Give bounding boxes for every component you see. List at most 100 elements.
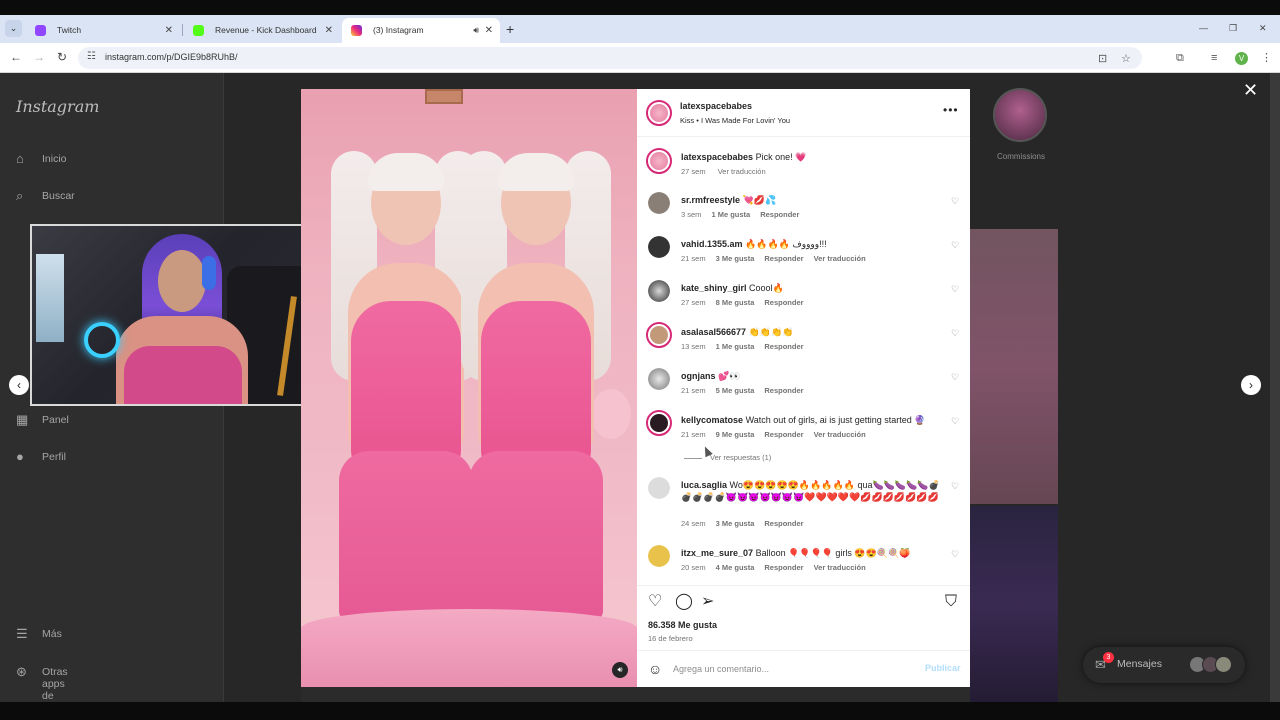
commenter-avatar[interactable] — [648, 192, 670, 214]
commenter-avatar[interactable] — [648, 368, 670, 390]
view-replies-button[interactable]: Ver respuestas (1) — [684, 453, 771, 462]
comment-likes[interactable]: 5 Me gusta — [716, 386, 755, 395]
like-heart-icon[interactable]: ♡ — [951, 416, 959, 427]
comment-likes[interactable]: 1 Me gusta — [716, 342, 755, 351]
like-heart-icon[interactable]: ♡ — [951, 549, 959, 560]
like-heart-icon[interactable]: ♡ — [951, 328, 959, 339]
search-icon: ⌕ — [16, 188, 24, 203]
browser-menu-icon[interactable]: ⋮ — [1261, 51, 1272, 65]
commenter-avatar[interactable] — [648, 477, 670, 499]
comments-list[interactable]: latexspacebabes Pick one! 💗 27 sem Ver t… — [637, 137, 970, 585]
more-options-icon[interactable]: ••• — [943, 103, 959, 117]
comment-bubble-icon[interactable]: ◯ — [675, 594, 693, 610]
translate-link[interactable]: Ver traducción — [814, 563, 866, 572]
comment-input[interactable] — [673, 661, 913, 677]
comment-username[interactable]: asalasal566677 — [681, 327, 746, 337]
profile-avatar[interactable]: V — [1235, 52, 1248, 65]
comment-username[interactable]: vahid.1355.am — [681, 239, 743, 249]
translate-link[interactable]: Ver traducción — [814, 430, 866, 439]
background-grid-thumbnail — [970, 506, 1058, 702]
minimize-icon[interactable]: — — [1199, 19, 1208, 37]
comment-time: 24 sem — [681, 519, 706, 528]
close-icon[interactable]: ✕ — [485, 18, 493, 43]
reload-icon[interactable]: ↻ — [57, 50, 67, 64]
audio-playing-icon[interactable]: 🔊︎ — [473, 18, 479, 43]
author-avatar[interactable] — [646, 100, 672, 126]
share-paper-plane-icon[interactable]: ➢ — [701, 594, 714, 610]
comment-username[interactable]: latexspacebabes — [681, 152, 753, 162]
reply-button[interactable]: Responder — [760, 210, 799, 219]
emoji-smiley-icon[interactable]: ☺ — [648, 662, 662, 676]
comment-username[interactable]: kate_shiny_girl — [681, 283, 747, 293]
extensions-icon[interactable]: ⧉ — [1176, 51, 1184, 65]
comment-username[interactable]: luca.saglia — [681, 480, 727, 490]
window-close-icon[interactable]: ✕ — [1259, 19, 1267, 37]
translate-link[interactable]: Ver traducción — [814, 254, 866, 263]
author-avatar[interactable] — [646, 148, 672, 174]
back-arrow-icon[interactable]: ← — [10, 50, 22, 64]
author-username[interactable]: latexspacebabes — [680, 101, 752, 111]
publish-button[interactable]: Publicar — [925, 663, 961, 673]
view-replies-label: Ver respuestas (1) — [710, 453, 772, 462]
comment-likes[interactable]: 1 Me gusta — [711, 210, 750, 219]
comment-likes[interactable]: 4 Me gusta — [716, 563, 755, 572]
reply-button[interactable]: Responder — [764, 386, 803, 395]
instagram-logo[interactable]: Instagram — [16, 97, 99, 116]
comment-username[interactable]: sr.rmfreestyle — [681, 195, 740, 205]
like-heart-icon[interactable]: ♡ — [951, 196, 959, 207]
restore-icon[interactable]: ❐ — [1229, 19, 1237, 37]
close-icon[interactable]: ✕ — [165, 18, 173, 43]
commenter-avatar[interactable] — [648, 280, 670, 302]
close-modal-icon[interactable]: ✕ — [1243, 81, 1258, 99]
tab-kick-dashboard[interactable]: Revenue - Kick Dashboard ✕ — [184, 18, 340, 43]
tab-instagram[interactable]: (3) Instagram 🔊︎ ✕ — [342, 18, 500, 43]
comment-username[interactable]: itzx_me_sure_07 — [681, 548, 753, 558]
forward-arrow-icon[interactable]: → — [33, 50, 45, 64]
like-heart-icon[interactable]: ♡ — [951, 284, 959, 295]
save-bookmark-icon[interactable]: ⛉ — [945, 594, 957, 610]
translate-link[interactable]: Ver traducción — [718, 167, 766, 176]
like-heart-icon[interactable]: ♡ — [648, 594, 662, 610]
commenter-avatar[interactable] — [646, 322, 672, 348]
reply-button[interactable]: Responder — [764, 430, 803, 439]
page-scrollbar[interactable] — [1270, 73, 1280, 702]
audio-track[interactable]: Kiss • I Was Made For Lovin' You — [680, 116, 790, 125]
url-text[interactable]: instagram.com/p/DGIE9b8RUhB/ — [105, 52, 238, 62]
photo-bodysuit — [481, 301, 591, 471]
install-app-icon[interactable]: ⊡ — [1098, 52, 1107, 65]
bookmark-star-icon[interactable]: ☆ — [1121, 52, 1131, 65]
webcam-microphone-light — [84, 322, 120, 358]
reply-button[interactable]: Responder — [764, 342, 803, 351]
reply-button[interactable]: Responder — [764, 298, 803, 307]
post-image[interactable]: 🔊︎ — [301, 89, 637, 687]
new-tab-button[interactable]: + — [506, 18, 514, 40]
messages-button[interactable]: ✉ 3 Mensajes — [1083, 647, 1245, 683]
comment-likes[interactable]: 9 Me gusta — [716, 430, 755, 439]
address-bar[interactable]: ☷ instagram.com/p/DGIE9b8RUhB/ ☆ ⊡ — [78, 47, 1142, 69]
sidebar-item-label: Buscar — [42, 190, 75, 202]
previous-post-arrow-icon[interactable]: ‹ — [9, 375, 29, 395]
commenter-avatar[interactable] — [648, 236, 670, 258]
reply-button[interactable]: Responder — [764, 519, 803, 528]
commenter-avatar[interactable] — [648, 545, 670, 567]
tab-twitch[interactable]: Twitch ✕ — [26, 18, 180, 43]
like-heart-icon[interactable]: ♡ — [951, 240, 959, 251]
like-heart-icon[interactable]: ♡ — [951, 372, 959, 383]
media-controls-icon[interactable]: ≡ — [1211, 51, 1217, 65]
comment-likes[interactable]: 3 Me gusta — [716, 254, 755, 263]
comment-username[interactable]: kellycomatose — [681, 415, 743, 425]
comment-username[interactable]: ognjans — [681, 371, 716, 381]
tab-search-chevron-icon[interactable]: ⌄ — [5, 20, 22, 37]
close-icon[interactable]: ✕ — [325, 18, 333, 43]
photo-bed — [301, 609, 637, 687]
reply-button[interactable]: Responder — [764, 563, 803, 572]
reply-button[interactable]: Responder — [764, 254, 803, 263]
site-info-icon[interactable]: ☷ — [87, 51, 96, 62]
next-post-arrow-icon[interactable]: › — [1241, 375, 1261, 395]
audio-toggle-icon[interactable]: 🔊︎ — [612, 662, 628, 678]
likes-count[interactable]: 86.358 Me gusta — [648, 620, 717, 630]
commenter-avatar[interactable] — [646, 410, 672, 436]
like-heart-icon[interactable]: ♡ — [951, 481, 959, 492]
comment-likes[interactable]: 8 Me gusta — [716, 298, 755, 307]
comment-likes[interactable]: 3 Me gusta — [716, 519, 755, 528]
